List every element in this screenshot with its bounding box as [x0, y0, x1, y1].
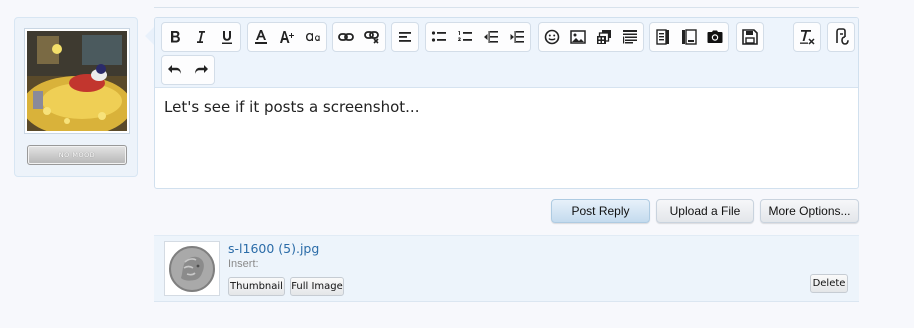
avatar[interactable]: [25, 29, 129, 133]
outdent-icon[interactable]: [478, 23, 504, 51]
save-draft-icon[interactable]: [737, 23, 763, 51]
toolbar-group-restore: [827, 22, 855, 52]
remove-format-icon[interactable]: [794, 23, 820, 51]
media-icon[interactable]: [591, 23, 617, 51]
insert-label: Insert:: [228, 258, 259, 270]
redo-icon[interactable]: [188, 56, 214, 84]
bullet-list-icon[interactable]: [426, 23, 452, 51]
unlink-icon[interactable]: [359, 23, 385, 51]
toolbar-group-lists: [425, 22, 531, 52]
post-reply-button[interactable]: Post Reply: [551, 199, 650, 223]
font-family-icon[interactable]: [300, 23, 326, 51]
top-divider: [154, 7, 859, 8]
toolbar-group-insert: [538, 22, 644, 52]
mood-badge[interactable]: NO MOOD: [27, 145, 127, 165]
toolbar-group-history: [161, 55, 215, 85]
toolbar-group-extra: [649, 22, 729, 52]
image-icon[interactable]: [565, 23, 591, 51]
numbered-list-icon[interactable]: [452, 23, 478, 51]
italic-icon[interactable]: [188, 23, 214, 51]
indent-icon[interactable]: [504, 23, 530, 51]
message-editor[interactable]: Let's see if it posts a screenshot...: [154, 17, 859, 189]
editor-toolbar: [155, 18, 858, 88]
smilie-icon[interactable]: [539, 23, 565, 51]
font-size-icon[interactable]: [274, 23, 300, 51]
toolbar-group-align: [391, 22, 419, 52]
delete-attachment-button[interactable]: Delete: [810, 274, 848, 293]
toolbar-group-clear: [793, 22, 821, 52]
insert-thumbnail-button[interactable]: Thumbnail: [228, 277, 285, 296]
bold-icon[interactable]: [162, 23, 188, 51]
toolbar-group-basic: [161, 22, 241, 52]
upload-file-button[interactable]: Upload a File: [656, 199, 754, 223]
attachment-row: s-l1600 (5).jpg Insert: Thumbnail Full I…: [154, 235, 859, 302]
toolbar-group-draft: [736, 22, 764, 52]
restore-draft-icon[interactable]: [828, 23, 854, 51]
toggle-bbcode-icon[interactable]: [676, 23, 702, 51]
attachment-thumbnail[interactable]: [164, 241, 220, 296]
toolbar-group-links: [332, 22, 386, 52]
align-left-icon[interactable]: [392, 23, 418, 51]
underline-icon[interactable]: [214, 23, 240, 51]
undo-icon[interactable]: [162, 56, 188, 84]
editor-text[interactable]: Let's see if it posts a screenshot...: [164, 98, 419, 116]
insert-full-image-button[interactable]: Full Image: [290, 277, 344, 296]
quote-icon[interactable]: [617, 23, 643, 51]
spoiler-icon[interactable]: [650, 23, 676, 51]
camera-icon[interactable]: [702, 23, 728, 51]
toolbar-group-font: [247, 22, 327, 52]
text-color-icon[interactable]: [248, 23, 274, 51]
user-panel: NO MOOD: [14, 17, 138, 177]
more-options-button[interactable]: More Options...: [760, 199, 859, 223]
link-icon[interactable]: [333, 23, 359, 51]
attachment-filename-link[interactable]: s-l1600 (5).jpg: [228, 241, 319, 256]
